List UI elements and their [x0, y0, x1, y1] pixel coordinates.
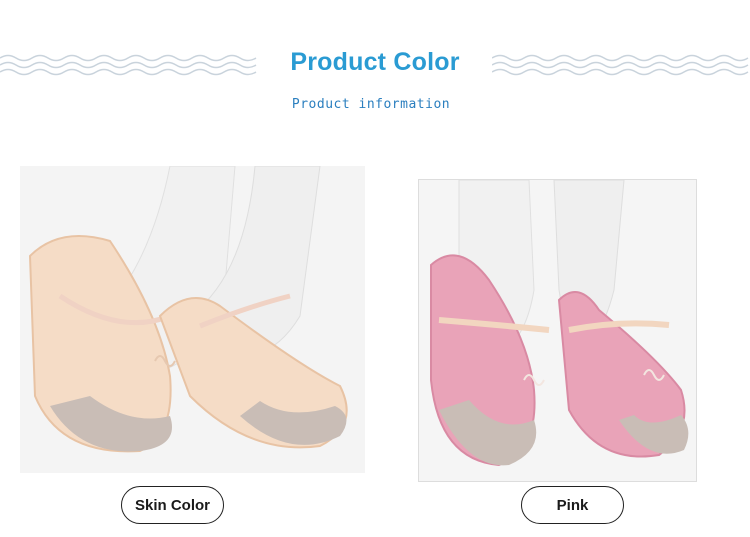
color-option-pink-button[interactable]: Pink	[521, 486, 624, 524]
page-subtitle: Product information	[291, 97, 451, 112]
product-image-pink[interactable]	[418, 179, 697, 482]
product-image-skin-color[interactable]	[20, 166, 365, 473]
page-title: Product Color	[290, 48, 460, 76]
color-option-skin-color-button[interactable]: Skin Color	[121, 486, 224, 524]
